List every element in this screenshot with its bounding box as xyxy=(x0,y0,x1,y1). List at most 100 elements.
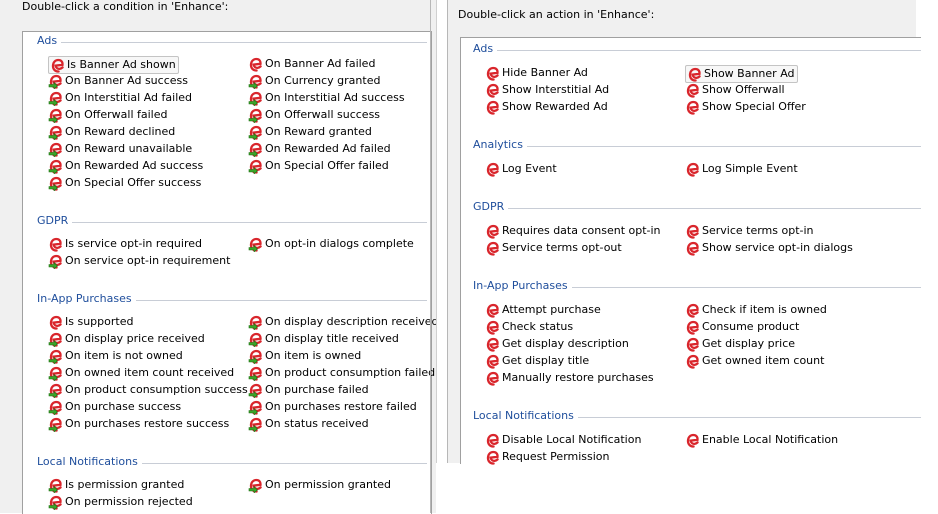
green-arrow-icon xyxy=(248,107,264,123)
condition-item[interactable]: On Interstitial Ad success xyxy=(248,90,405,106)
condition-item[interactable]: Is service opt-in required xyxy=(48,236,202,252)
item-label: On Offerwall success xyxy=(265,108,381,121)
action-item[interactable]: Show service opt-in dialogs xyxy=(685,240,853,256)
condition-item[interactable]: On Rewarded Ad success xyxy=(48,158,203,174)
enhance-plugin-icon xyxy=(685,336,701,352)
action-item[interactable]: Requires data consent opt-in xyxy=(485,223,661,239)
condition-item[interactable]: On Interstitial Ad failed xyxy=(48,90,192,106)
condition-item[interactable]: On Reward declined xyxy=(48,124,175,140)
condition-item[interactable]: On Special Offer success xyxy=(48,175,201,191)
item-label: Show Interstitial Ad xyxy=(502,83,610,96)
condition-item[interactable]: On Offerwall failed xyxy=(48,107,167,123)
action-item[interactable]: Service terms opt-out xyxy=(485,240,622,256)
item-label: Request Permission xyxy=(502,450,610,463)
item-label: Consume product xyxy=(702,320,800,333)
green-arrow-icon xyxy=(48,124,64,140)
enhance-plugin-icon xyxy=(485,432,501,448)
condition-item[interactable]: On display price received xyxy=(48,331,205,347)
group-title: In-App Purchases xyxy=(37,292,136,305)
condition-item[interactable]: Is supported xyxy=(48,314,133,330)
action-item[interactable]: Disable Local Notification xyxy=(485,432,641,448)
condition-item[interactable]: On display description received xyxy=(248,314,439,330)
item-label: Attempt purchase xyxy=(502,303,601,316)
enhance-plugin-icon xyxy=(685,240,701,256)
action-item[interactable]: Log Simple Event xyxy=(685,161,798,177)
condition-item[interactable]: On opt-in dialogs complete xyxy=(248,236,414,252)
group-divider xyxy=(473,50,921,51)
item-label: On Rewarded Ad success xyxy=(65,159,204,172)
action-item[interactable]: Show Rewarded Ad xyxy=(485,99,608,115)
green-arrow-icon xyxy=(48,494,64,510)
condition-item[interactable]: On purchase success xyxy=(48,399,181,415)
green-arrow-icon xyxy=(48,141,64,157)
action-item[interactable]: Get display price xyxy=(685,336,795,352)
action-item[interactable]: Hide Banner Ad xyxy=(485,65,588,81)
condition-item[interactable]: On display title received xyxy=(248,331,399,347)
condition-item[interactable]: On status received xyxy=(248,416,369,432)
action-item[interactable]: Check status xyxy=(485,319,573,335)
green-arrow-icon xyxy=(248,477,264,493)
action-item[interactable]: Service terms opt-in xyxy=(685,223,814,239)
action-item[interactable]: Consume product xyxy=(685,319,799,335)
action-item[interactable]: Manually restore purchases xyxy=(485,370,654,386)
item-label: Service terms opt-out xyxy=(502,241,622,254)
item-label: On item is not owned xyxy=(65,349,183,362)
action-item[interactable]: Log Event xyxy=(485,161,557,177)
green-arrow-icon xyxy=(248,314,264,330)
condition-item[interactable]: Is permission granted xyxy=(48,477,184,493)
action-item[interactable]: Show Banner Ad xyxy=(685,65,798,83)
action-item[interactable]: Show Interstitial Ad xyxy=(485,82,609,98)
condition-item[interactable]: On service opt-in requirement xyxy=(48,253,230,269)
condition-item[interactable]: On product consumption success xyxy=(48,382,248,398)
item-label: On Banner Ad success xyxy=(65,74,188,87)
action-item[interactable]: Show Special Offer xyxy=(685,99,806,115)
conditions-panel: Double-click a condition in 'Enhance': A… xyxy=(0,0,439,514)
action-item[interactable]: Get display title xyxy=(485,353,589,369)
condition-item[interactable]: On permission rejected xyxy=(48,494,193,510)
condition-item[interactable]: On permission granted xyxy=(248,477,391,493)
condition-item[interactable]: On purchase failed xyxy=(248,382,369,398)
condition-item[interactable]: On Offerwall success xyxy=(248,107,380,123)
actions-list[interactable]: Ads Hide Banner Ad Show Banner Ad Show Inte… xyxy=(460,37,921,465)
item-label: On Special Offer failed xyxy=(265,159,389,172)
enhance-plugin-icon xyxy=(687,66,703,82)
item-label: Enable Local Notification xyxy=(702,433,839,446)
action-item[interactable]: Get owned item count xyxy=(685,353,824,369)
green-arrow-icon xyxy=(248,73,264,89)
condition-item[interactable]: Is Banner Ad shown xyxy=(48,56,179,74)
enhance-plugin-icon xyxy=(485,82,501,98)
condition-item[interactable]: On Reward unavailable xyxy=(48,141,192,157)
group-title: GDPR xyxy=(37,214,73,227)
enhance-plugin-icon xyxy=(485,223,501,239)
green-arrow-icon xyxy=(48,73,64,89)
action-item[interactable]: Attempt purchase xyxy=(485,302,601,318)
condition-item[interactable]: On item is owned xyxy=(248,348,361,364)
condition-item[interactable]: On purchases restore success xyxy=(48,416,229,432)
conditions-list[interactable]: Ads Is Banner Ad shown On Banner Ad failed… xyxy=(22,31,439,514)
condition-item[interactable]: On item is not owned xyxy=(48,348,183,364)
action-item[interactable]: Enable Local Notification xyxy=(685,432,838,448)
action-item[interactable]: Get display description xyxy=(485,336,629,352)
action-item[interactable]: Request Permission xyxy=(485,449,610,465)
condition-item[interactable]: On Rewarded Ad failed xyxy=(248,141,391,157)
condition-item[interactable]: On purchases restore failed xyxy=(248,399,417,415)
action-item[interactable]: Check if item is owned xyxy=(685,302,827,318)
condition-item[interactable]: On Currency granted xyxy=(248,73,380,89)
green-arrow-icon xyxy=(48,382,64,398)
green-arrow-icon xyxy=(248,416,264,432)
enhance-plugin-icon xyxy=(48,236,64,252)
group-divider xyxy=(37,222,427,223)
condition-item[interactable]: On owned item count received xyxy=(48,365,234,381)
item-label: Show Banner Ad xyxy=(704,67,795,80)
condition-item[interactable]: On product consumption failed xyxy=(248,365,435,381)
item-label: On product consumption success xyxy=(65,383,248,396)
condition-item[interactable]: On Banner Ad failed xyxy=(248,56,375,72)
item-label: Show Special Offer xyxy=(702,100,806,113)
green-arrow-icon xyxy=(48,253,64,269)
action-item[interactable]: Show Offerwall xyxy=(685,82,785,98)
condition-item[interactable]: On Reward granted xyxy=(248,124,372,140)
condition-item[interactable]: On Special Offer failed xyxy=(248,158,389,174)
condition-item[interactable]: On Banner Ad success xyxy=(48,73,188,89)
item-label: On service opt-in requirement xyxy=(65,254,231,267)
enhance-plugin-icon xyxy=(248,56,264,72)
